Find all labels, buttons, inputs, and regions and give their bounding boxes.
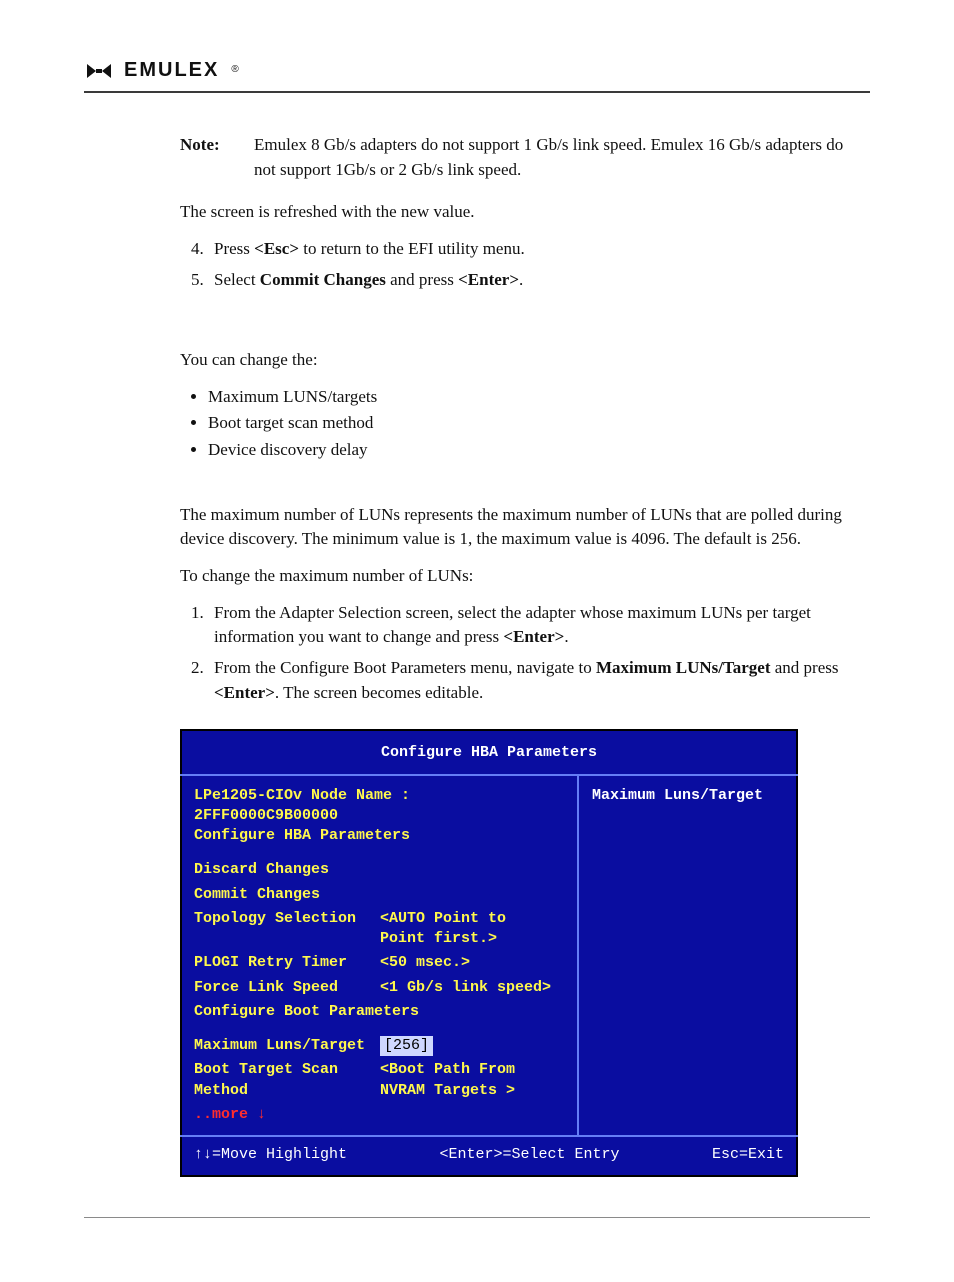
bios-footer-center: <Enter>=Select Entry: [439, 1145, 619, 1165]
bios-item-btsm-label[interactable]: Boot Target Scan Method: [180, 1058, 380, 1103]
text: .: [519, 270, 523, 289]
step-b-2: From the Configure Boot Parameters menu,…: [208, 656, 866, 705]
bios-grid: LPe1205-CIOv Node Name : 2FFF0000C9B0000…: [180, 776, 798, 1136]
bios-right-help: Maximum Luns/Target: [582, 776, 798, 1136]
commit-changes-bold: Commit Changes: [260, 270, 386, 289]
bios-item-maxluns-value[interactable]: [256]: [380, 1034, 574, 1058]
footer-rule: [84, 1217, 870, 1218]
bios-item-commit[interactable]: Commit Changes: [180, 883, 574, 907]
divider: [180, 1135, 798, 1137]
refresh-line: The screen is refreshed with the new val…: [180, 200, 866, 225]
bios-item-fls-value[interactable]: <1 Gb/s link speed>: [380, 976, 574, 1000]
change-intro: You can change the:: [180, 348, 866, 373]
esc-key: <Esc>: [254, 239, 299, 258]
body-column: Note: Emulex 8 Gb/s adapters do not supp…: [180, 133, 866, 1177]
change-item: Maximum LUNS/targets: [208, 385, 866, 410]
bios-footer-left: ↑↓=Move Highlight: [194, 1145, 347, 1165]
enter-key: <Enter>: [503, 627, 564, 646]
divider: [180, 774, 798, 776]
text: From the Configure Boot Parameters menu,…: [214, 658, 596, 677]
max-luns-target-bold: Maximum LUNs/Target: [596, 658, 771, 677]
note-text: Emulex 8 Gb/s adapters do not support 1 …: [254, 133, 866, 182]
brand-logo-icon: [84, 61, 114, 81]
page: EMULEX ® Note: Emulex 8 Gb/s adapters do…: [0, 0, 954, 1282]
brand-name: EMULEX: [124, 56, 219, 85]
bios-title: Configure HBA Parameters: [180, 729, 798, 773]
to-change-line: To change the maximum number of LUNs:: [180, 564, 866, 589]
note-label: Note:: [180, 133, 236, 182]
change-list: Maximum LUNS/targets Boot target scan me…: [180, 385, 866, 463]
bios-node-info: LPe1205-CIOv Node Name : 2FFF0000C9B0000…: [180, 776, 574, 849]
header-rule: [84, 91, 870, 93]
text: . The screen becomes editable.: [275, 683, 483, 702]
bios-vline: [577, 776, 579, 1136]
bios-item-discard[interactable]: Discard Changes: [180, 858, 574, 882]
step-a-4: Press <Esc> to return to the EFI utility…: [208, 237, 866, 262]
enter-key: <Enter>: [214, 683, 275, 702]
bios-subtitle: Configure HBA Parameters: [194, 826, 560, 846]
bios-window: Configure HBA Parameters LPe1205-CIOv No…: [180, 729, 798, 1177]
bios-footer-right: Esc=Exit: [712, 1145, 784, 1165]
brand-row: EMULEX ®: [84, 56, 870, 85]
luns-paragraph: The maximum number of LUNs represents th…: [180, 503, 866, 552]
bios-item-cbp[interactable]: Configure Boot Parameters: [180, 1000, 574, 1024]
text: Select: [214, 270, 260, 289]
change-item: Device discovery delay: [208, 438, 866, 463]
text: Press: [214, 239, 254, 258]
step-b-1: From the Adapter Selection screen, selec…: [208, 601, 866, 650]
text: and press: [386, 270, 458, 289]
bios-item-plogi-value[interactable]: <50 msec.>: [380, 951, 574, 975]
bios-item-fls-label[interactable]: Force Link Speed: [180, 976, 380, 1000]
change-item: Boot target scan method: [208, 411, 866, 436]
bios-maxluns-edit-field[interactable]: [256]: [380, 1036, 433, 1056]
bios-node-line: LPe1205-CIOv Node Name : 2FFF0000C9B0000…: [194, 786, 560, 827]
bios-item-maxluns-label[interactable]: Maximum Luns/Target: [180, 1034, 380, 1058]
bios-more-indicator[interactable]: ..more ↓: [180, 1103, 574, 1135]
bios-screenshot: Configure HBA Parameters LPe1205-CIOv No…: [180, 729, 866, 1177]
bios-item-topology-label[interactable]: Topology Selection: [180, 907, 380, 952]
text: to return to the EFI utility menu.: [299, 239, 525, 258]
bios-item-plogi-label[interactable]: PLOGI Retry Timer: [180, 951, 380, 975]
bios-item-btsm-value[interactable]: <Boot Path From NVRAM Targets >: [380, 1058, 574, 1103]
note-block: Note: Emulex 8 Gb/s adapters do not supp…: [180, 133, 866, 182]
enter-key: <Enter>: [458, 270, 519, 289]
bios-footer: ↑↓=Move Highlight <Enter>=Select Entry E…: [180, 1137, 798, 1177]
more-down-icon: ..more ↓: [194, 1106, 266, 1123]
step-a-5: Select Commit Changes and press <Enter>.: [208, 268, 866, 293]
bios-item-topology-value[interactable]: <AUTO Point to Point first.>: [380, 907, 574, 952]
text: and press: [771, 658, 839, 677]
text: .: [564, 627, 568, 646]
steps-b-list: From the Adapter Selection screen, selec…: [180, 601, 866, 706]
steps-a-list: Press <Esc> to return to the EFI utility…: [180, 237, 866, 292]
registered-mark-icon: ®: [231, 63, 238, 78]
